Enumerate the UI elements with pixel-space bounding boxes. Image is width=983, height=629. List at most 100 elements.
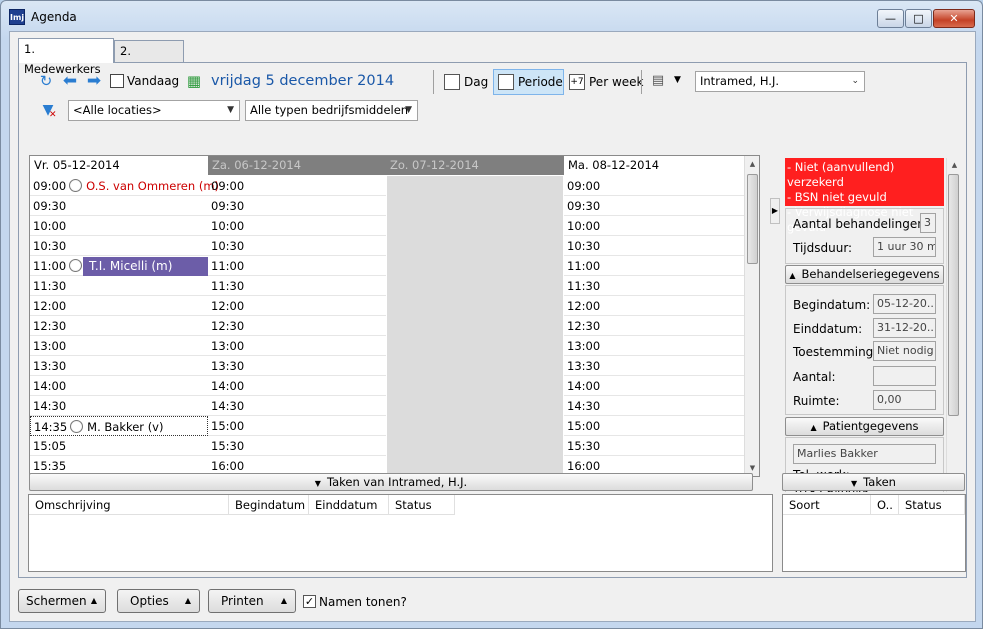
time-slot[interactable]: 11:30: [564, 276, 744, 296]
series-section-toggle[interactable]: ▲ Behandelseriegegevens: [785, 265, 944, 284]
view-day-button[interactable]: Dag: [439, 69, 494, 95]
show-names-checkbox[interactable]: ✓: [303, 595, 316, 608]
time-slot[interactable]: 10:30: [30, 236, 208, 256]
time-slot[interactable]: 14:30: [30, 396, 208, 416]
time-slot[interactable]: 13:30: [564, 356, 744, 376]
time-slot[interactable]: 13:00: [30, 336, 208, 356]
tasks-table[interactable]: Omschrijving Begindatum Einddatum Status: [28, 494, 773, 572]
room-label: Ruimte:: [793, 394, 840, 408]
column-header[interactable]: Status: [899, 495, 965, 515]
time-slot[interactable]: 09:00: [564, 176, 744, 196]
time-slot-selected[interactable]: 14:35 M. Bakker (v): [30, 416, 208, 436]
close-button[interactable]: ✕: [933, 9, 975, 28]
time-slot[interactable]: 15:00: [208, 416, 386, 436]
calendar-icon[interactable]: ▦: [185, 72, 203, 90]
scroll-up-icon[interactable]: ▲: [745, 157, 759, 172]
minimize-button[interactable]: —: [877, 9, 904, 28]
chevron-down-icon[interactable]: ▼: [674, 75, 681, 85]
time-slot[interactable]: 11:30: [208, 276, 386, 296]
time-slot[interactable]: 14:30: [564, 396, 744, 416]
time-slot[interactable]: 15:30: [208, 436, 386, 456]
location-select[interactable]: <Alle locaties> ▼: [68, 100, 240, 121]
time-slot[interactable]: 13:30: [208, 356, 386, 376]
time-slot[interactable]: 14:00: [30, 376, 208, 396]
time-slot[interactable]: 10:30: [564, 236, 744, 256]
column-header[interactable]: Begindatum: [229, 495, 309, 515]
column-header[interactable]: O..: [871, 495, 899, 515]
today-button[interactable]: Vandaag: [127, 74, 179, 88]
column-header[interactable]: Einddatum: [309, 495, 389, 515]
time-slot[interactable]: 12:00: [30, 296, 208, 316]
consent-field: Niet nodig: [873, 341, 936, 361]
column-header[interactable]: Status: [389, 495, 455, 515]
title-bar[interactable]: Imj Agenda — □ ✕: [1, 1, 982, 31]
patient-section-label: Patientgegevens: [822, 419, 919, 433]
appointment-van-ommeren[interactable]: O.S. van Ommeren (m): [86, 179, 219, 193]
tab-ruimtes[interactable]: 2. Ruimtes: [114, 40, 184, 78]
detail-scrollbar[interactable]: ▲ ▼: [946, 158, 961, 492]
tab-medewerkers[interactable]: 1. Medewerkers: [18, 38, 114, 76]
day-column-sat: Za. 06-12-2014 09:00 09:30 10:00 10:30 1…: [208, 156, 386, 476]
time-slot[interactable]: 09:30: [30, 196, 208, 216]
end-date-label: Einddatum:: [793, 322, 863, 336]
screens-button[interactable]: Schermen ▲: [18, 589, 106, 613]
time-slot[interactable]: 09:00 O.S. van Ommeren (m): [30, 176, 219, 196]
time-slot[interactable]: 15:30: [564, 436, 744, 456]
column-header[interactable]: Soort: [783, 495, 871, 515]
time-slot[interactable]: 11:00: [564, 256, 744, 276]
time-slot[interactable]: 12:30: [30, 316, 208, 336]
screens-button-label: Schermen: [26, 594, 87, 608]
alert-line: - BSN niet gevuld: [787, 190, 887, 204]
view-week-button[interactable]: +7 Per week: [564, 69, 649, 95]
maximize-button[interactable]: □: [905, 9, 932, 28]
patient-section-toggle[interactable]: ▲ Patientgegevens: [785, 417, 944, 436]
time-slot[interactable]: 12:00: [208, 296, 386, 316]
time-slot[interactable]: 12:30: [208, 316, 386, 336]
appointment-bakker[interactable]: M. Bakker (v): [87, 420, 163, 434]
time-slot[interactable]: 12:30: [564, 316, 744, 336]
day-header: Za. 06-12-2014: [208, 156, 386, 175]
consent-label: Toestemming:: [793, 345, 878, 359]
chevron-up-icon: ▲: [90, 596, 97, 605]
side-tasks-section-toggle[interactable]: ▼ Taken: [782, 473, 965, 491]
time-slot[interactable]: 09:00: [208, 176, 386, 196]
column-header[interactable]: Omschrijving: [29, 495, 229, 515]
employee-select[interactable]: Intramed, H.J. ⌄: [695, 71, 865, 92]
side-tasks-header-label: Taken: [863, 475, 896, 489]
time-slot[interactable]: 13:30: [30, 356, 208, 376]
options-button[interactable]: Opties ▲: [117, 589, 200, 613]
tasks-section-toggle[interactable]: ▼ Taken van Intramed, H.J.: [29, 473, 753, 491]
print-button[interactable]: Printen ▲: [208, 589, 296, 613]
time-slot[interactable]: 11:30: [30, 276, 208, 296]
calendar-grid[interactable]: Vr. 05-12-2014 09:00 O.S. van Ommeren (m)…: [29, 155, 760, 477]
time-slot[interactable]: 13:00: [564, 336, 744, 356]
print-view-icon[interactable]: ▤: [649, 72, 667, 90]
time-slot[interactable]: 15:05: [30, 436, 208, 456]
duration-label: Tijdsduur:: [793, 241, 853, 255]
collapse-panel-icon[interactable]: ▶: [770, 198, 780, 224]
time-slot[interactable]: 09:30: [564, 196, 744, 216]
time-slot[interactable]: 10:00: [564, 216, 744, 236]
time-slot[interactable]: 14:00: [564, 376, 744, 396]
room-field: 0,00: [873, 390, 936, 410]
time-slot[interactable]: 09:30: [208, 196, 386, 216]
resource-type-select[interactable]: Alle typen bedrijfsmiddelen ▼: [245, 100, 418, 121]
time-slot[interactable]: 10:00: [208, 216, 386, 236]
time-slot[interactable]: 15:00: [564, 416, 744, 436]
time-slot[interactable]: 11:00: [208, 256, 386, 276]
time-slot[interactable]: 14:00: [208, 376, 386, 396]
appointment-micelli[interactable]: T.I. Micelli (m): [83, 257, 208, 276]
time-slot[interactable]: 12:00: [564, 296, 744, 316]
side-tasks-table[interactable]: Soort O.. Status: [782, 494, 966, 572]
view-period-button[interactable]: Periode: [493, 69, 564, 95]
time-slot[interactable]: 10:00: [30, 216, 208, 236]
scroll-up-icon[interactable]: ▲: [947, 158, 962, 173]
time-slot[interactable]: 13:00: [208, 336, 386, 356]
current-date-label[interactable]: vrijdag 5 december 2014: [211, 73, 394, 89]
scroll-thumb[interactable]: [948, 174, 959, 416]
calendar-scrollbar[interactable]: ▲ ▼: [744, 156, 759, 476]
time-slot[interactable]: 14:30: [208, 396, 386, 416]
time-slot[interactable]: 10:30: [208, 236, 386, 256]
scroll-thumb[interactable]: [747, 174, 758, 264]
treatments-field: 3: [920, 213, 936, 233]
